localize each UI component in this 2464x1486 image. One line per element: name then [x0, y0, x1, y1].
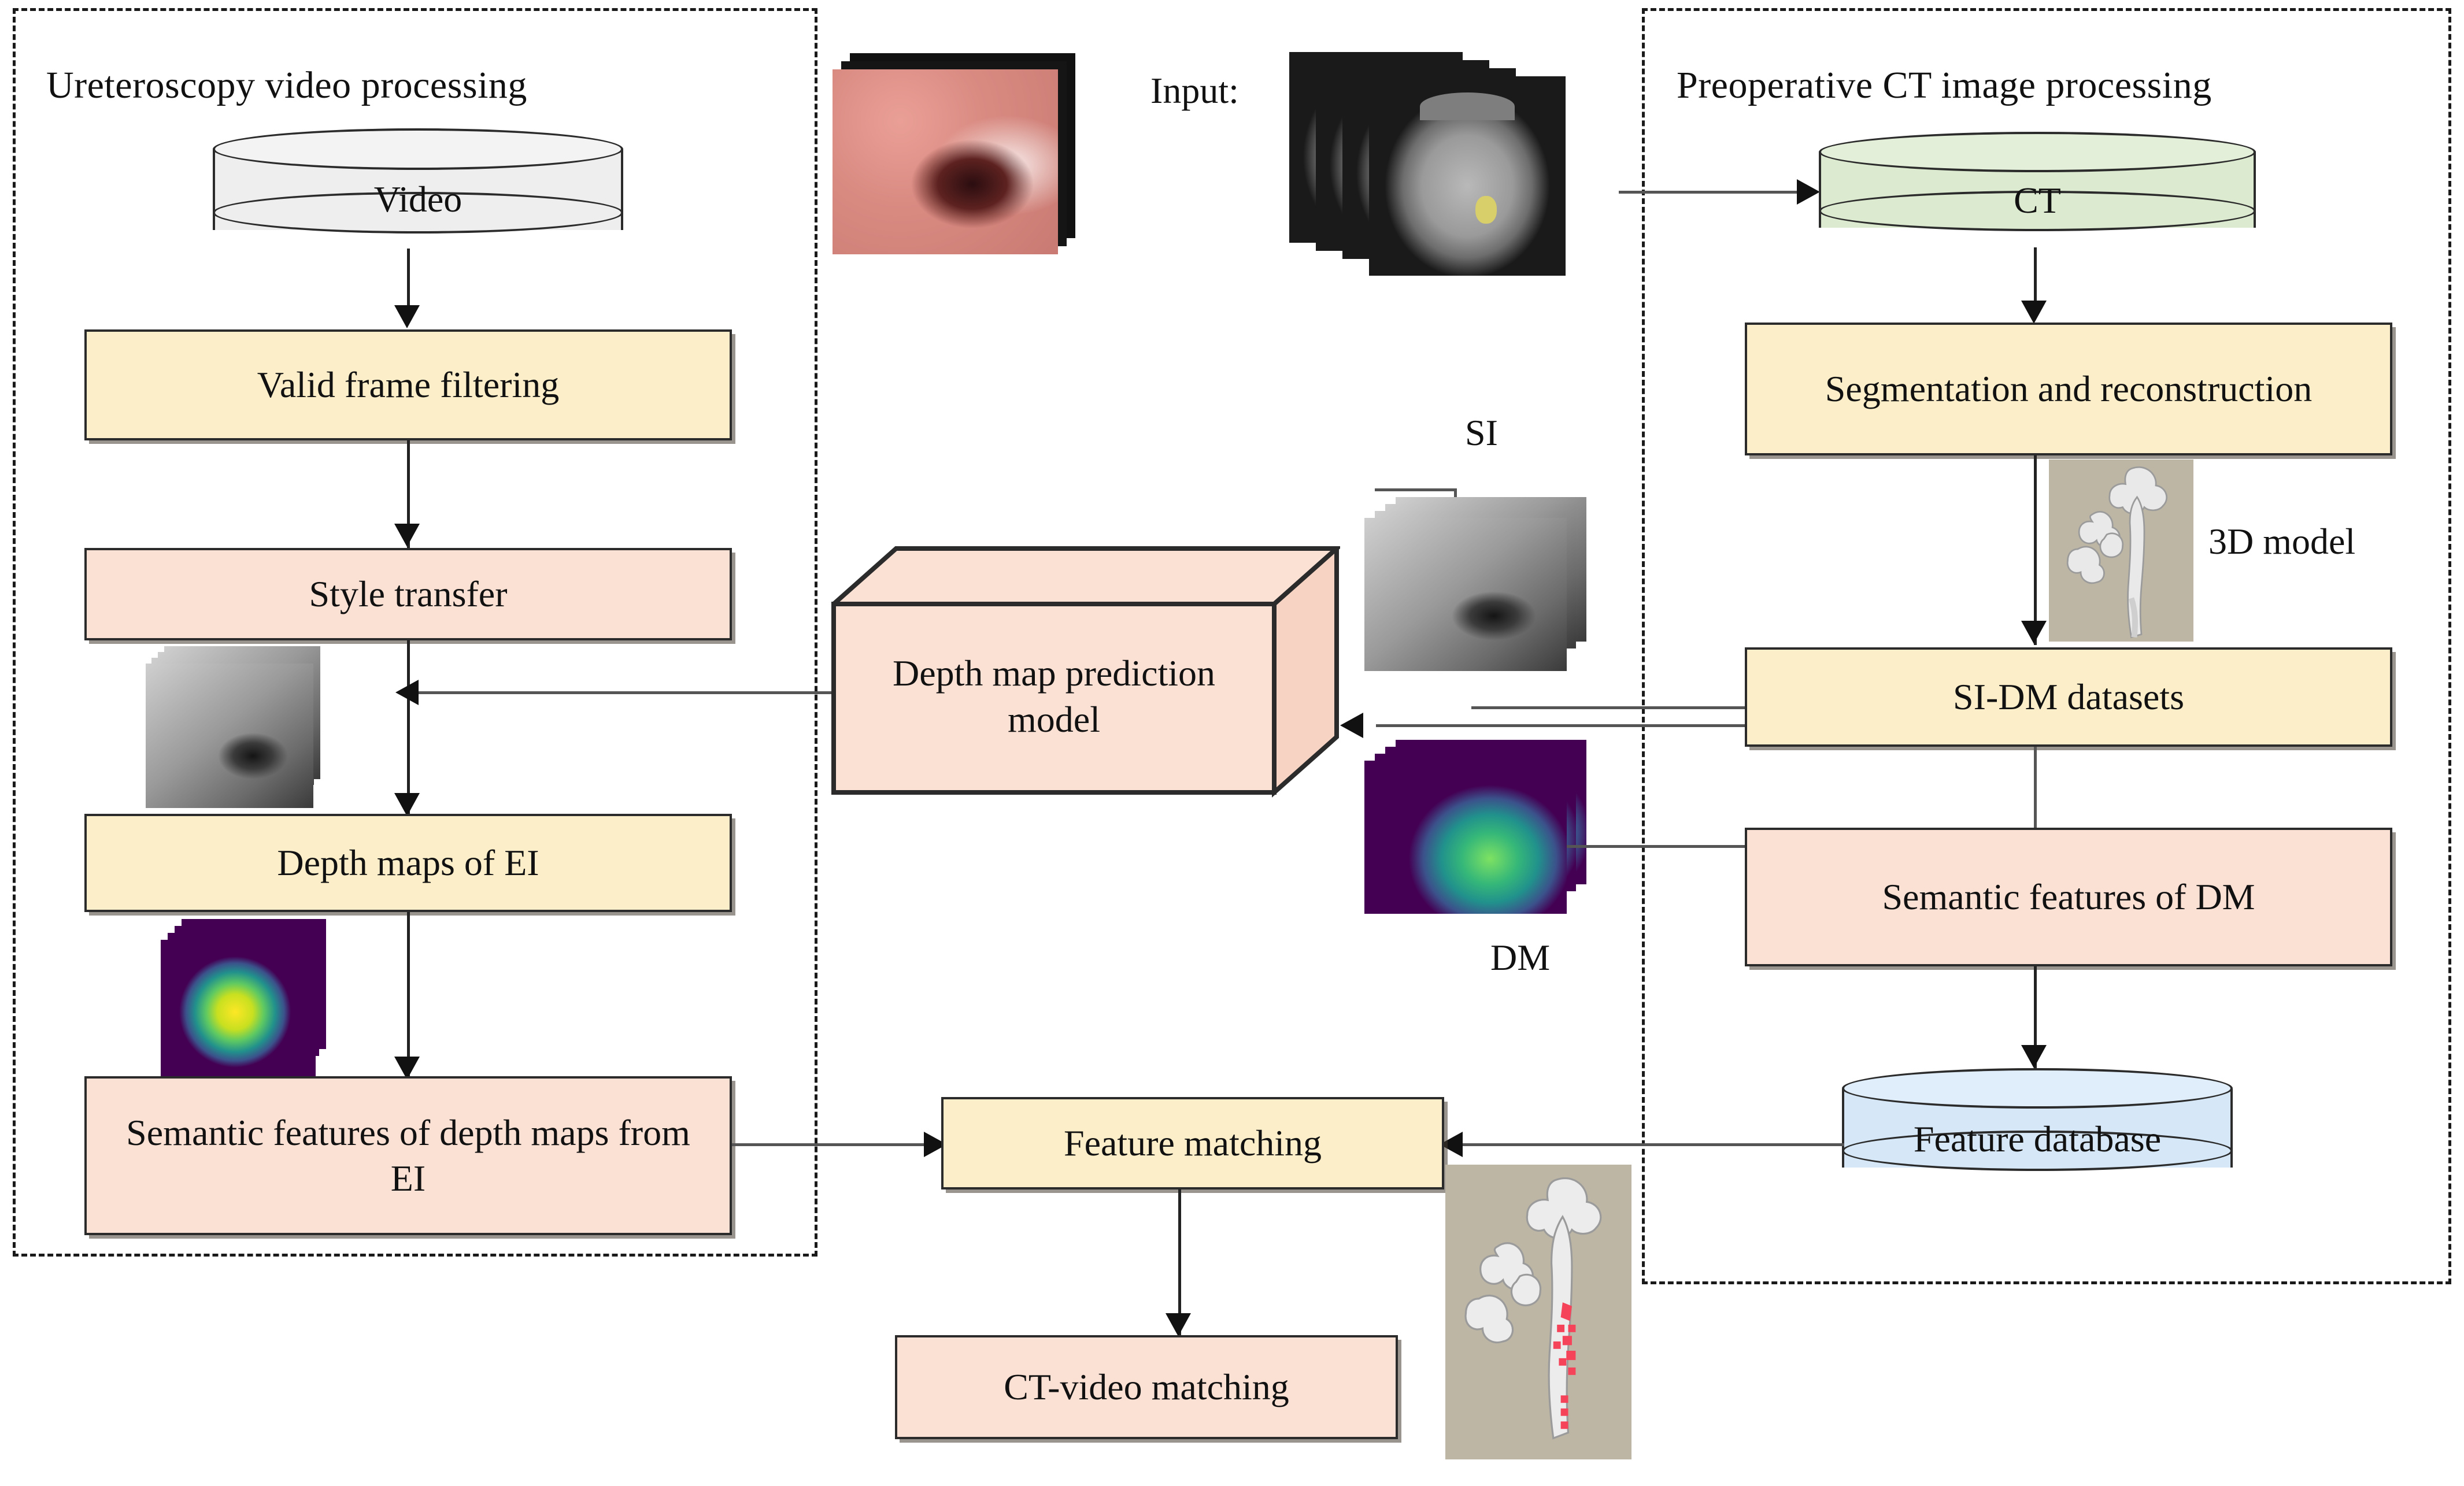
feature-database-label: Feature database — [1913, 1118, 2162, 1159]
input-label: Input: — [1150, 70, 1239, 111]
ct-datastore-label: CT — [2014, 180, 2061, 221]
box-valid-frame-filtering[interactable]: Valid frame filtering — [84, 329, 732, 440]
ct-slice-stack — [1289, 52, 1613, 283]
model-3d-label: 3D model — [2208, 521, 2356, 562]
panel-title-ureteroscopy: Ureteroscopy video processing — [46, 64, 527, 106]
box-segmentation-reconstruction[interactable]: Segmentation and reconstruction — [1745, 323, 2392, 455]
depth-map-prediction-model-label: Depth map prediction model — [892, 653, 1216, 740]
box-ct-video-matching[interactable]: CT-video matching — [895, 1335, 1398, 1439]
diagram-canvas: Ureteroscopy video processing Preoperati… — [0, 0, 2464, 1486]
box-style-transfer[interactable]: Style transfer — [84, 548, 732, 640]
dm-label: DM — [1490, 937, 1551, 978]
matched-kidney-model-thumbnail — [1445, 1165, 1631, 1459]
depth-maps-color-stack — [161, 919, 363, 1092]
box-semantic-features-dm[interactable]: Semantic features of DM — [1745, 828, 2392, 966]
box-depth-maps-of-ei[interactable]: Depth maps of EI — [84, 814, 732, 912]
dm-image-stack — [1364, 740, 1619, 931]
kidney-3d-model-thumbnail — [2049, 459, 2193, 642]
si-image-stack — [1364, 497, 1613, 682]
ct-datastore: CT — [1819, 132, 2256, 247]
depth-preview-gray-stack — [146, 646, 336, 820]
endoscopic-image-stack — [827, 53, 1081, 261]
panel-title-preoperative-ct: Preoperative CT image processing — [1677, 64, 2212, 106]
box-semantic-features-ei[interactable]: Semantic features of depth maps from EI — [84, 1076, 732, 1235]
feature-database-datastore: Feature database — [1842, 1068, 2233, 1186]
video-datastore: Video — [213, 128, 623, 250]
box-feature-matching[interactable]: Feature matching — [941, 1097, 1444, 1189]
box-si-dm-datasets[interactable]: SI-DM datasets — [1745, 647, 2392, 747]
si-label: SI — [1465, 412, 1498, 453]
video-datastore-label: Video — [373, 179, 463, 220]
